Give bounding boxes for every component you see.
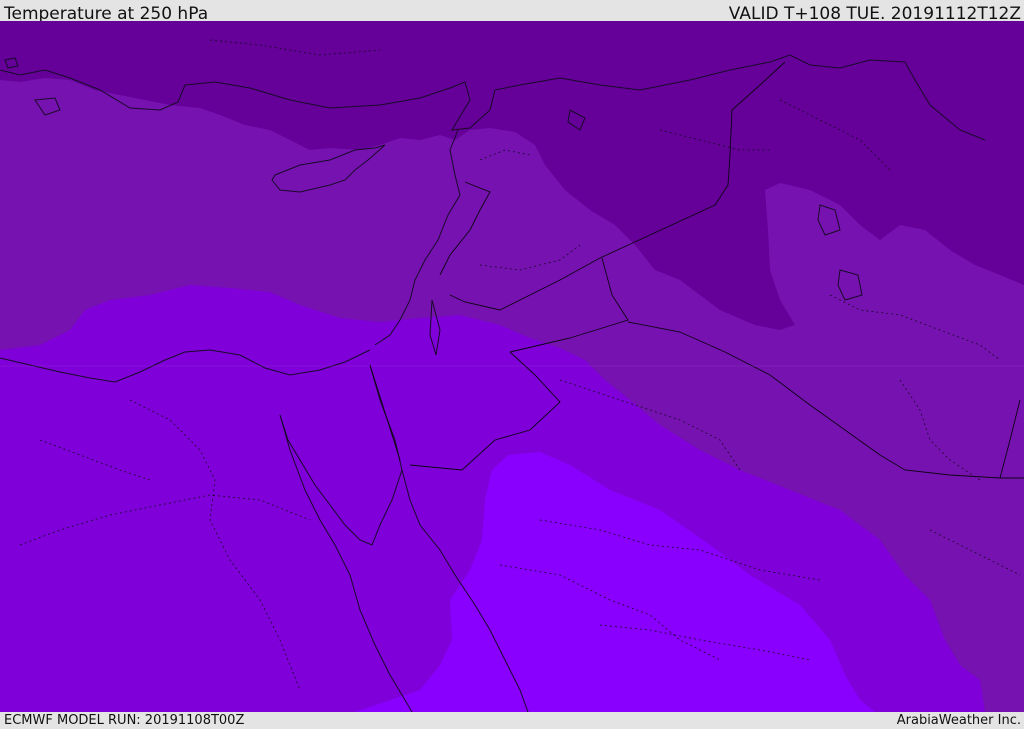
model-run-label: ECMWF MODEL RUN: 20191108T00Z bbox=[4, 713, 245, 728]
map-canvas bbox=[0, 21, 1024, 712]
weather-map[interactable] bbox=[0, 21, 1024, 712]
footer-bar: ECMWF MODEL RUN: 20191108T00Z ArabiaWeat… bbox=[0, 712, 1024, 729]
credit-label: ArabiaWeather Inc. bbox=[896, 713, 1021, 728]
header-bar: Temperature at 250 hPa VALID T+108 TUE. … bbox=[0, 0, 1024, 24]
